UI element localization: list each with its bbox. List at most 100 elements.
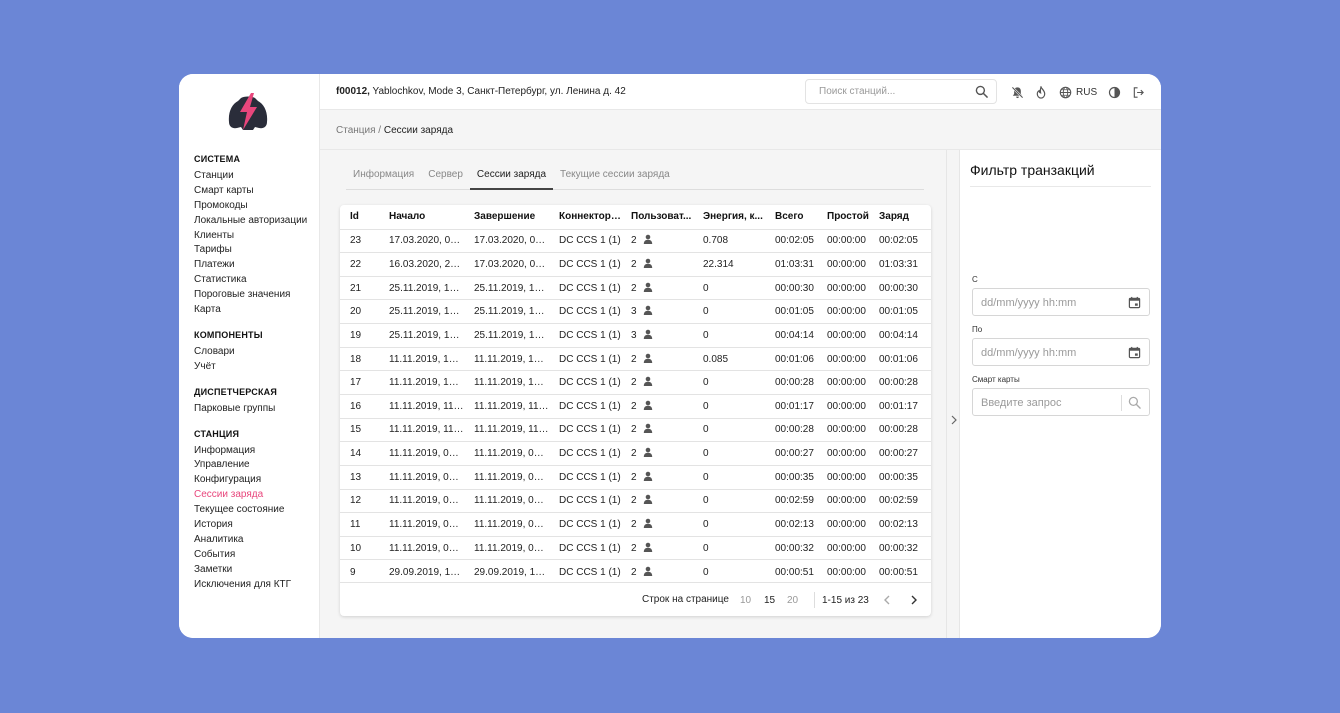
column-header[interactable]: Пользоват... (621, 205, 693, 229)
rows-per-page-option-20[interactable]: 20 (787, 595, 798, 606)
table-cell: 11.11.2019, 07:... (464, 488, 549, 513)
column-header[interactable]: Всего (765, 205, 817, 229)
sidebar-item[interactable]: Аналитика (194, 533, 320, 548)
filter-collapse-toggle[interactable] (946, 150, 960, 638)
filter-to-input[interactable] (981, 347, 1121, 359)
filter-from-input[interactable] (981, 297, 1121, 309)
sidebar-item[interactable]: Словари (194, 345, 320, 360)
sidebar-item[interactable]: Текущее состояние (194, 503, 320, 518)
calendar-icon[interactable] (1128, 296, 1141, 309)
logout-icon[interactable] (1131, 85, 1145, 99)
table-cell: DC CCS 1 (1) (549, 275, 621, 300)
rows-per-page-option-15[interactable]: 15 (764, 595, 775, 606)
logo-icon[interactable] (225, 92, 271, 134)
sidebar-item[interactable]: Локальные авторизации (194, 214, 320, 229)
tab-2[interactable]: Сессии заряда (469, 164, 554, 190)
table-cell: 00:02:59 (869, 488, 931, 513)
column-header[interactable]: Энергия, к... (693, 205, 765, 229)
tab-0[interactable]: Информация (346, 164, 421, 190)
sidebar-item[interactable]: Станции (194, 169, 320, 184)
table-cell: 11.11.2019, 08:... (379, 464, 464, 490)
column-header[interactable]: Начало (379, 205, 464, 229)
theme-icon[interactable] (1107, 85, 1121, 99)
table-cell: 11.11.2019, 07:... (379, 535, 464, 560)
column-header[interactable]: Заряд (869, 205, 931, 229)
sidebar-item[interactable]: Информация (194, 444, 320, 459)
language-selector[interactable]: RUS (1076, 87, 1097, 98)
user-cell: 2 (631, 542, 653, 555)
table-row[interactable]: 22 16.03.2020, 23:... 17.03.2020, 00:... DC… (340, 252, 931, 277)
sidebar-item[interactable]: Промокоды (194, 199, 320, 214)
rows-per-page-option-10[interactable]: 10 (740, 595, 751, 606)
table-cell: 00:00:00 (817, 488, 869, 513)
tab-1[interactable]: Сервер (421, 164, 470, 190)
sidebar-item[interactable]: Парковые группы (194, 402, 320, 417)
bell-off-icon[interactable] (1010, 85, 1024, 99)
user-cell: 2 (631, 494, 653, 507)
filter-cards-label: Смарт карты (972, 375, 1020, 384)
filter-to-field[interactable] (972, 338, 1150, 366)
calendar-icon[interactable] (1128, 346, 1141, 359)
table-row[interactable]: 9 29.09.2019, 18:... 29.09.2019, 18:... DC … (340, 559, 931, 584)
search-icon[interactable] (975, 85, 988, 98)
filter-cards-input[interactable] (981, 397, 1121, 409)
sidebar-nav: СИСТЕМА Станции Смарт карты Промокоды Локаль… (194, 154, 320, 592)
chevron-left-icon[interactable] (880, 593, 894, 607)
table-row[interactable]: 13 11.11.2019, 08:... 11.11.2019, 08:... DC… (340, 464, 931, 490)
sidebar-item[interactable]: Исключения для КТГ (194, 578, 320, 593)
table-cell: 00:02:05 (765, 228, 817, 253)
column-header[interactable]: Id (340, 205, 379, 229)
table-body: 23 17.03.2020, 00:... 17.03.2020, 00:... DC… (340, 228, 931, 584)
sidebar-item[interactable]: Клиенты (194, 229, 320, 244)
search-icon[interactable] (1128, 396, 1141, 409)
column-header[interactable]: Простой (817, 205, 869, 229)
table-row[interactable]: 14 11.11.2019, 08:... 11.11.2019, 08:... DC… (340, 441, 931, 466)
table-row[interactable]: 16 11.11.2019, 11:... 11.11.2019, 11:... DC… (340, 393, 931, 419)
sidebar-item[interactable]: Управление (194, 458, 320, 473)
user-count: 2 (631, 282, 637, 294)
sidebar-item[interactable]: Учёт (194, 360, 320, 375)
breadcrumb-root[interactable]: Станция (336, 125, 376, 136)
sidebar-item[interactable]: События (194, 548, 320, 563)
table-row[interactable]: 10 11.11.2019, 07:... 11.11.2019, 07:... DC… (340, 535, 931, 560)
table-cell: 13 (340, 464, 379, 490)
table-row[interactable]: 12 11.11.2019, 07:... 11.11.2019, 07:... DC… (340, 488, 931, 513)
chevron-right-icon[interactable] (907, 593, 921, 607)
sidebar-item[interactable]: Заметки (194, 563, 320, 578)
table-cell: 00:02:59 (765, 488, 817, 513)
sidebar-item[interactable]: Смарт карты (194, 184, 320, 199)
sidebar-item[interactable]: Карта (194, 303, 320, 318)
column-header[interactable]: Коннектор ... (549, 205, 621, 229)
table-row[interactable]: 20 25.11.2019, 12:... 25.11.2019, 12:... DC… (340, 299, 931, 324)
globe-icon[interactable] (1058, 85, 1072, 99)
sidebar-item[interactable]: Конфигурация (194, 473, 320, 488)
user-count: 2 (631, 471, 637, 483)
table-cell: 00:01:06 (869, 346, 931, 371)
tab-3[interactable]: Текущие сессии заряда (553, 164, 677, 190)
station-search-input[interactable] (819, 86, 969, 97)
user-count: 3 (631, 329, 637, 341)
fire-icon[interactable] (1034, 85, 1048, 99)
table-row[interactable]: 17 11.11.2019, 12:... 11.11.2019, 12:... DC… (340, 370, 931, 395)
sidebar-item[interactable]: Сессии заряда (194, 488, 320, 503)
table-row[interactable]: 18 11.11.2019, 12:... 11.11.2019, 12:... DC… (340, 346, 931, 371)
sidebar-item[interactable]: Платежи (194, 258, 320, 273)
table-cell: 11.11.2019, 11:... (464, 417, 549, 442)
station-search[interactable] (805, 79, 997, 104)
table-row[interactable]: 23 17.03.2020, 00:... 17.03.2020, 00:... DC… (340, 228, 931, 253)
sidebar-item[interactable]: История (194, 518, 320, 533)
table-row[interactable]: 19 25.11.2019, 12:... 25.11.2019, 12:... DC… (340, 323, 931, 348)
column-header[interactable]: Завершение (464, 205, 549, 229)
table-cell: 00:01:05 (765, 299, 817, 324)
table-cell: 12 (340, 488, 379, 513)
table-row[interactable]: 15 11.11.2019, 11:... 11.11.2019, 11:... DC… (340, 417, 931, 442)
chevron-right-icon[interactable] (949, 415, 959, 425)
table-row[interactable]: 11 11.11.2019, 07:... 11.11.2019, 07:... DC… (340, 512, 931, 537)
filter-cards-field[interactable] (972, 388, 1150, 416)
sidebar-item[interactable]: Тарифы (194, 243, 320, 258)
sidebar-item[interactable]: Статистика (194, 273, 320, 288)
table-row[interactable]: 21 25.11.2019, 12:... 25.11.2019, 12:... DC… (340, 275, 931, 300)
filter-from-field[interactable] (972, 288, 1150, 316)
sidebar-item[interactable]: Пороговые значения (194, 288, 320, 303)
table-cell: 01:03:31 (765, 252, 817, 277)
